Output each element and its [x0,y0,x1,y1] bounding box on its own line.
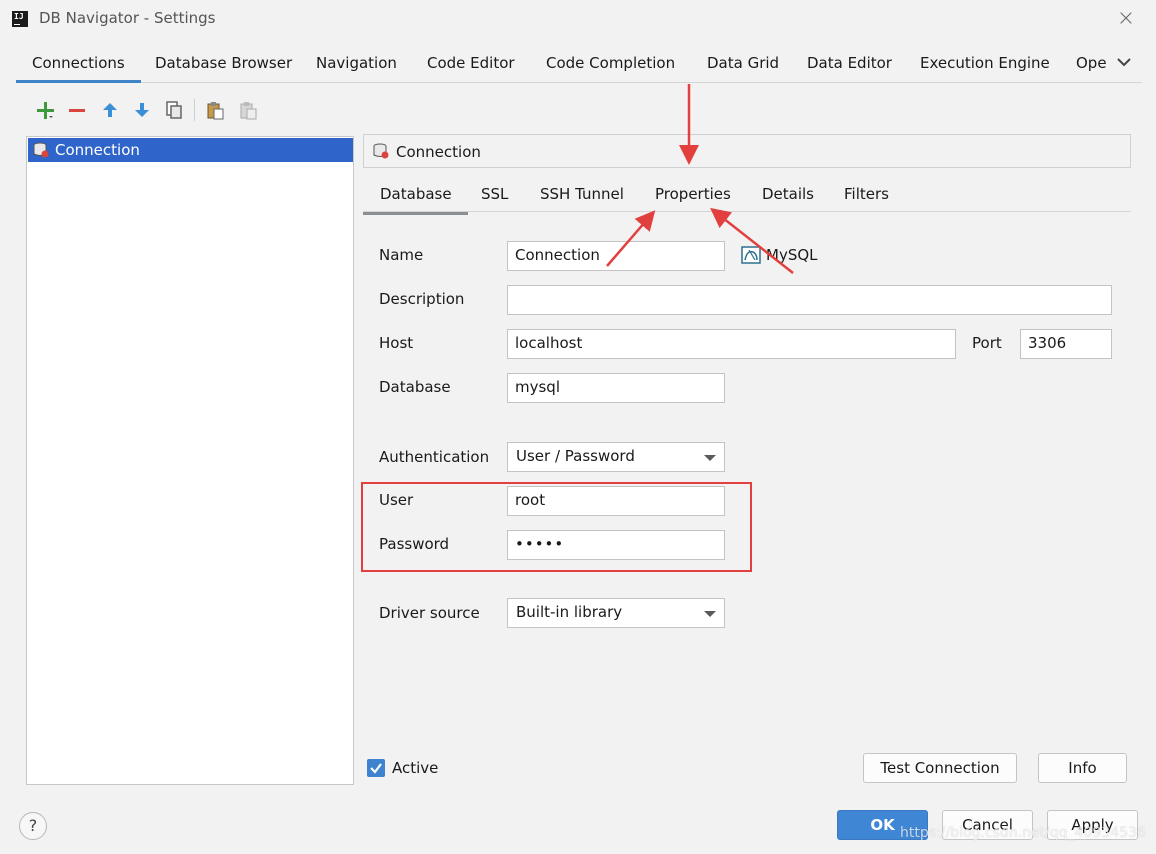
watermark: https://blog.csdn.net/qq_40934536 [900,825,1146,841]
arrow-from-mysql-to-properties [710,207,794,274]
annotation-arrows [606,84,794,274]
arrow-from-name-to-properties [606,210,656,267]
